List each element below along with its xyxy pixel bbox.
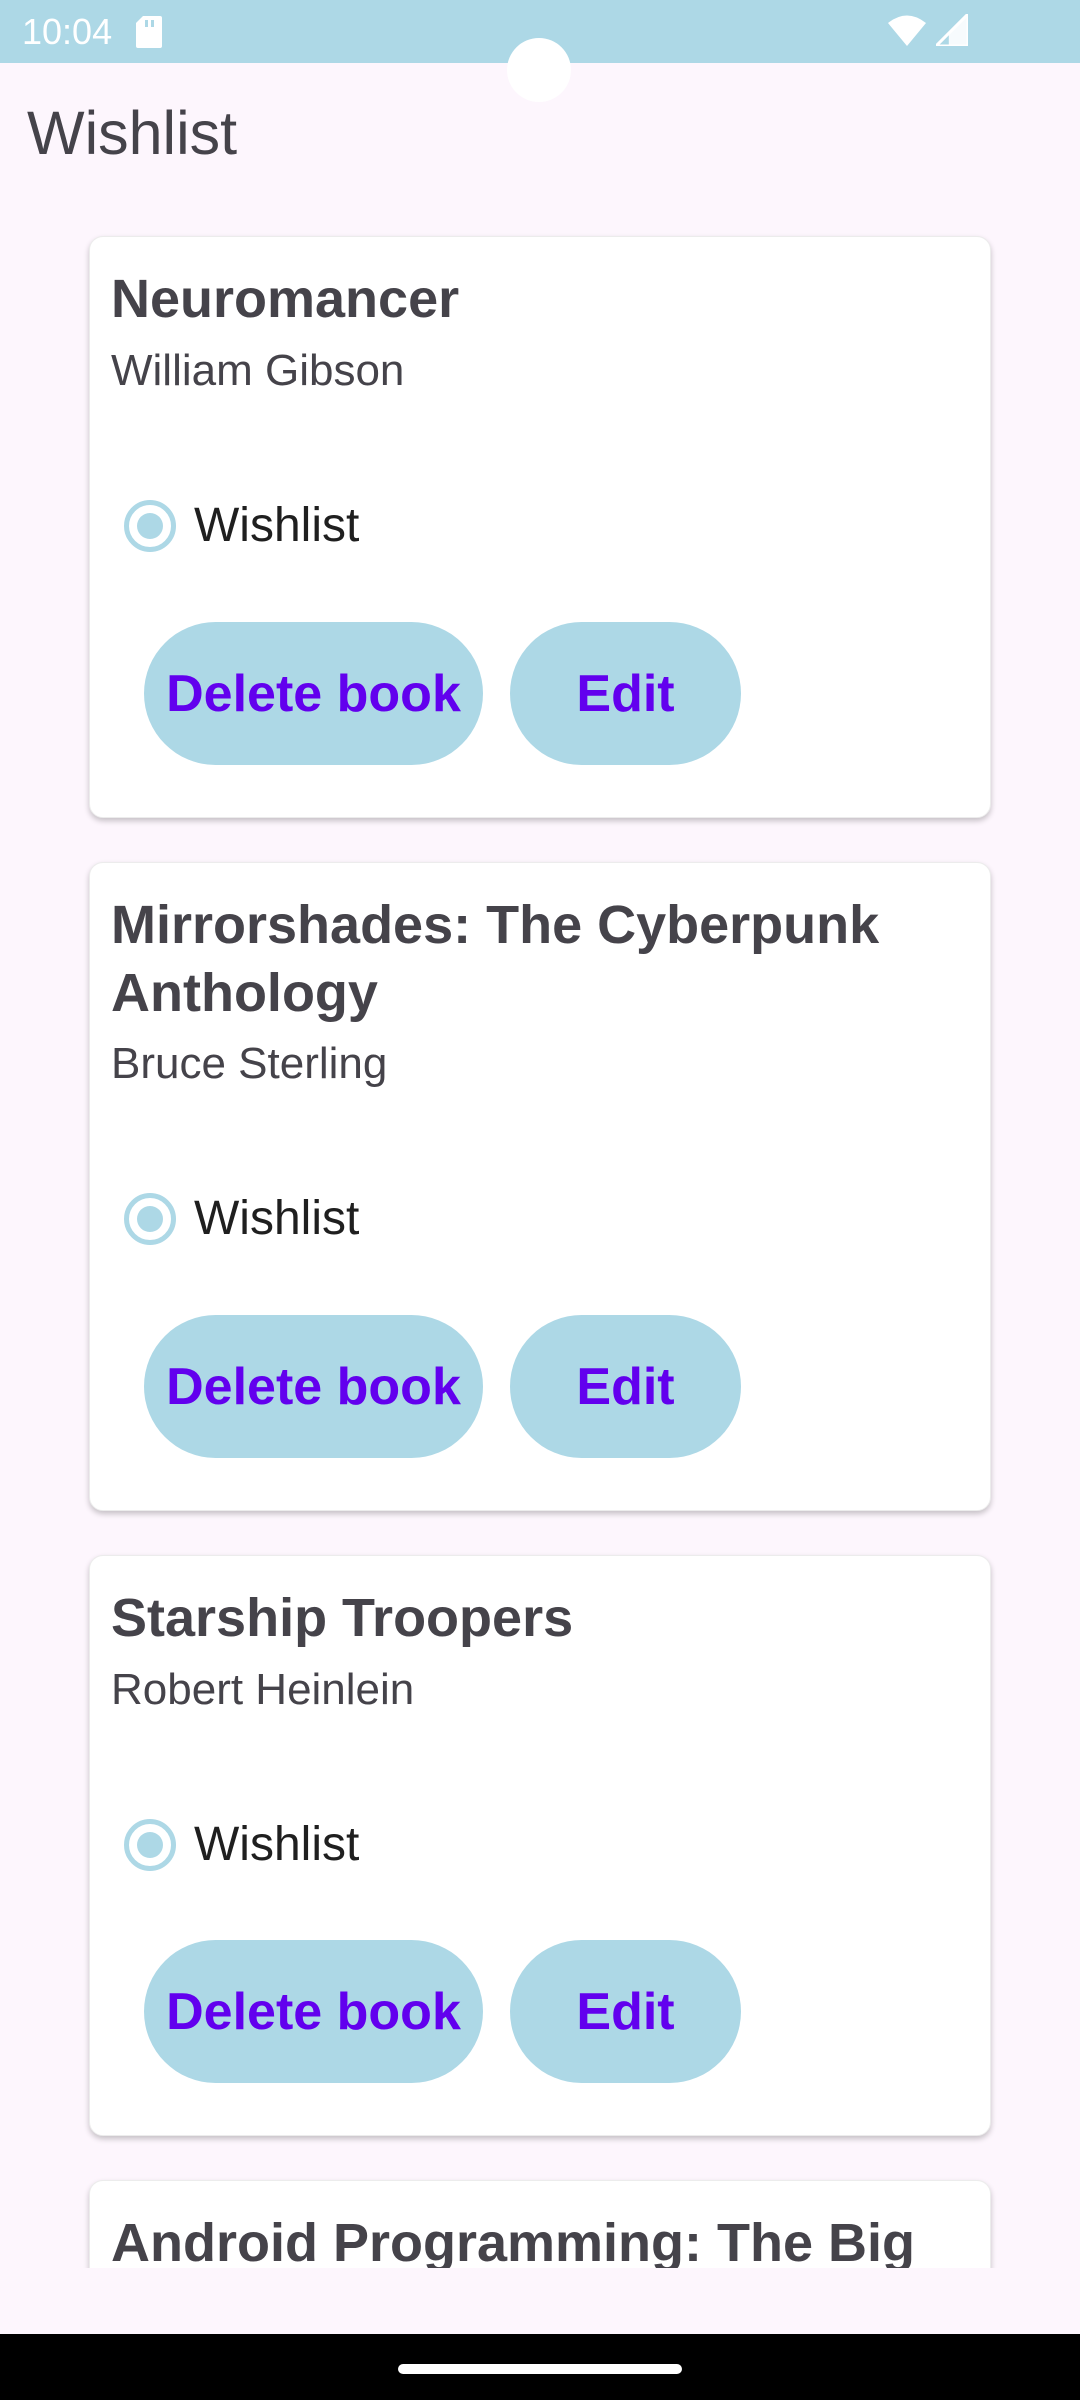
wishlist-radio-label: Wishlist — [194, 499, 360, 552]
delete-book-button[interactable]: Delete book — [144, 1315, 483, 1458]
status-time: 10:04 — [22, 11, 113, 52]
wifi-icon — [888, 15, 926, 46]
phone-screen: Neuromancer William Gibson Wishlist Dele… — [0, 0, 1080, 2400]
edit-button[interactable]: Edit — [510, 1315, 741, 1458]
edit-button[interactable]: Edit — [510, 622, 741, 765]
wishlist-radio-button[interactable] — [124, 1193, 176, 1245]
navigation-bar — [0, 2334, 1080, 2400]
radio-selected-dot — [137, 513, 163, 539]
book-title: Neuromancer — [111, 269, 460, 329]
radio-selected-dot — [137, 1206, 163, 1232]
delete-book-button[interactable]: Delete book — [144, 622, 483, 765]
home-gesture-handle[interactable] — [398, 2364, 682, 2374]
book-card: Android Programming: The Big — [89, 2180, 991, 2268]
book-card: Starship Troopers Robert Heinlein Wishli… — [89, 1555, 991, 2136]
wishlist-radio-button[interactable] — [124, 500, 176, 552]
radio-selected-dot — [137, 1832, 163, 1858]
page-title: Wishlist — [27, 99, 238, 167]
wishlist-radio-label: Wishlist — [194, 1818, 360, 1871]
cell-signal-icon — [936, 14, 968, 46]
book-card: Mirrorshades: The Cyberpunk Anthology Br… — [89, 862, 991, 1511]
camera-cutout — [507, 38, 571, 102]
book-list[interactable]: Neuromancer William Gibson Wishlist Dele… — [0, 0, 1080, 2268]
book-title: Starship Troopers — [111, 1588, 574, 1648]
edit-button[interactable]: Edit — [510, 1940, 741, 2083]
delete-book-button[interactable]: Delete book — [144, 1940, 483, 2083]
wishlist-radio-label: Wishlist — [194, 1192, 360, 1245]
wishlist-radio-row[interactable]: Wishlist — [124, 1815, 359, 1875]
book-title: Android Programming: The Big — [111, 2213, 915, 2268]
wishlist-radio-row[interactable]: Wishlist — [124, 496, 359, 556]
book-title: Mirrorshades: The Cyberpunk Anthology — [111, 895, 880, 1023]
book-author: William Gibson — [111, 346, 405, 395]
wishlist-radio-row[interactable]: Wishlist — [124, 1189, 359, 1249]
wishlist-radio-button[interactable] — [124, 1819, 176, 1871]
book-author: Bruce Sterling — [111, 1039, 388, 1088]
book-author: Robert Heinlein — [111, 1665, 415, 1714]
book-card: Neuromancer William Gibson Wishlist Dele… — [89, 236, 991, 818]
sd-card-icon — [136, 16, 162, 48]
